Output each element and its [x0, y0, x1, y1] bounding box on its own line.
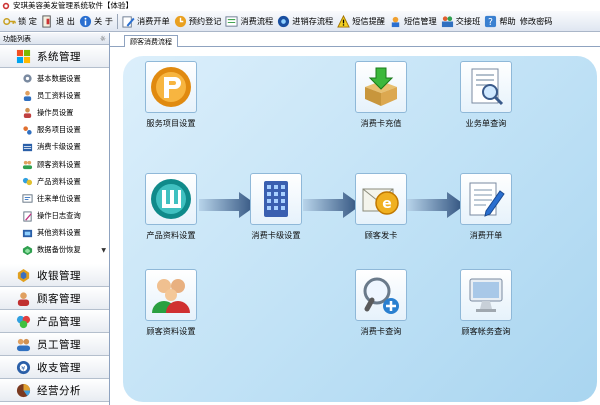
product-setup-icon — [151, 179, 191, 219]
sidebar-item-operator[interactable]: 操作员设置 — [0, 104, 109, 121]
window-title: 安琪美容美发管理系统软件【体验】 — [13, 1, 133, 10]
sms-manage-button[interactable]: 短信管理 — [387, 12, 439, 30]
flow-service-setup[interactable]: 服务项目设置 — [136, 61, 206, 129]
pen-icon — [122, 15, 135, 28]
change-password-button[interactable]: 修改密码 — [518, 12, 555, 30]
partner-icon — [22, 194, 33, 204]
building-icon — [264, 181, 288, 217]
system-management-items: 基本数据设置 员工资料设置 操作员设置 服务项目设置 消费卡级设置 顾客资料设置… — [0, 68, 109, 264]
magnifier-add-icon — [363, 277, 399, 314]
sidebar-item-partner[interactable]: 往来单位设置 — [0, 190, 109, 207]
flow-icon — [225, 15, 239, 27]
backup-icon — [22, 245, 33, 256]
shift-change-button[interactable]: 交接班 — [439, 12, 483, 30]
help-button[interactable]: ? 帮助 — [482, 12, 517, 30]
flow-customer-setup[interactable]: 顾客资料设置 — [136, 269, 206, 337]
sidebar-item-staff-data[interactable]: 员工资料设置 — [0, 87, 109, 104]
inventory-icon — [278, 15, 290, 27]
envelope-ie-icon: e — [362, 188, 399, 215]
sidebar-item-other-data[interactable]: 其他资料设置 — [0, 225, 109, 242]
chevron-down-icon[interactable]: ▼ — [101, 247, 106, 254]
group-finance-management[interactable]: ¥ 收支管理 — [0, 356, 109, 379]
cashier-icon — [17, 268, 30, 282]
gear-icon — [23, 74, 32, 83]
card-icon — [22, 143, 33, 152]
flow-card-level-setup[interactable]: 消费卡级设置 — [241, 173, 311, 241]
help-icon: ? — [485, 15, 497, 28]
main-toolbar: 锁 定 退 出 关 于 消费开单 预约登记 消费流程 进销存流程 短信提醒 短信… — [0, 11, 600, 32]
warning-icon — [337, 14, 351, 28]
flow-card-recharge[interactable]: 消费卡充值 — [346, 61, 416, 129]
flow-issue-card[interactable]: e 顾客发卡 — [346, 173, 416, 241]
sidebar-item-operation-log[interactable]: 操作日志查询 — [0, 208, 109, 225]
toolbar-separator — [116, 13, 118, 29]
group-staff-management[interactable]: 员工管理 — [0, 333, 109, 356]
group-system-management[interactable]: 系统管理 — [0, 45, 109, 68]
appointment-button[interactable]: 预约登记 — [172, 12, 224, 30]
service-icon — [23, 126, 32, 135]
app-icon — [2, 2, 10, 9]
about-button[interactable]: 关 于 — [77, 12, 115, 30]
sidebar-header: 功能列表 ☼ — [0, 33, 109, 45]
computer-icon — [469, 278, 503, 312]
sidebar-item-basic-data[interactable]: 基本数据设置 — [0, 70, 109, 87]
product-icon — [22, 178, 33, 186]
notepad-pen-icon — [469, 182, 505, 217]
users-group-icon — [152, 279, 190, 313]
customer-icon — [22, 160, 33, 170]
exit-button[interactable]: 退 出 — [39, 12, 77, 30]
document-search-icon — [471, 68, 504, 106]
tab-customer-consume-flow[interactable]: 顾客消费流程 — [124, 35, 178, 47]
sidebar-item-data-backup[interactable]: 数据备份恢复 ▼ — [0, 242, 109, 259]
flow-bill-query[interactable]: 业务单查询 — [451, 61, 521, 129]
staff-mgmt-icon — [16, 338, 31, 351]
exit-icon — [42, 14, 51, 28]
main-area: 顾客消费流程 服务项目设置 消费卡充值 业务单查询 产品资料设置 消费卡级设置 … — [110, 33, 600, 405]
info-icon — [79, 15, 92, 27]
shift-icon — [441, 15, 453, 27]
inventory-flow-button[interactable]: 进销存流程 — [275, 12, 335, 30]
svg-text:e: e — [382, 196, 392, 212]
product-mgmt-icon — [16, 315, 31, 328]
sidebar-item-service[interactable]: 服务项目设置 — [0, 122, 109, 139]
windows-logo-icon — [16, 49, 31, 63]
sidebar-item-card-level[interactable]: 消费卡级设置 — [0, 139, 109, 156]
svg-text:?: ? — [488, 17, 493, 28]
log-icon — [23, 211, 32, 222]
consume-bill-button[interactable]: 消费开单 — [120, 12, 172, 30]
analysis-icon — [16, 383, 31, 397]
operator-icon — [23, 108, 32, 119]
function-sidebar: 功能列表 ☼ 系统管理 基本数据设置 员工资料设置 操作员设置 服务项目设置 消… — [0, 33, 110, 405]
group-product-management[interactable]: 产品管理 — [0, 310, 109, 333]
title-bar: 安琪美容美发管理系统软件【体验】 — [0, 0, 600, 11]
customer-mgmt-icon — [17, 291, 30, 306]
consume-flow-button[interactable]: 消费流程 — [223, 12, 275, 30]
other-icon — [22, 229, 33, 237]
pin-icon[interactable]: ☼ — [100, 35, 106, 43]
service-setup-icon — [151, 67, 191, 107]
appointment-icon — [174, 15, 186, 27]
flow-panel: 服务项目设置 消费卡充值 业务单查询 产品资料设置 消费卡级设置 e 顾客发卡 … — [123, 56, 597, 402]
sms-icon — [391, 16, 400, 27]
group-cashier-management[interactable]: 收银管理 — [0, 264, 109, 287]
sms-reminder-button[interactable]: 短信提醒 — [335, 12, 387, 30]
sidebar-item-product-data[interactable]: 产品资料设置 — [0, 173, 109, 190]
group-customer-management[interactable]: 顾客管理 — [0, 287, 109, 310]
flow-card-query[interactable]: 消费卡查询 — [346, 269, 416, 337]
finance-icon: ¥ — [16, 360, 31, 374]
flow-product-setup[interactable]: 产品资料设置 — [136, 173, 206, 241]
group-business-analysis[interactable]: 经营分析 — [0, 379, 109, 402]
sidebar-item-customer-data[interactable]: 顾客资料设置 — [0, 156, 109, 173]
key-icon — [3, 17, 16, 25]
lock-button[interactable]: 锁 定 — [1, 12, 39, 30]
flow-account-query[interactable]: 顾客帐务查询 — [451, 269, 521, 337]
tab-bar: 顾客消费流程 — [110, 33, 600, 47]
box-download-icon — [365, 67, 397, 106]
person-icon — [23, 91, 32, 102]
flow-consume-bill[interactable]: 消费开单 — [451, 173, 521, 241]
svg-text:¥: ¥ — [21, 364, 26, 372]
